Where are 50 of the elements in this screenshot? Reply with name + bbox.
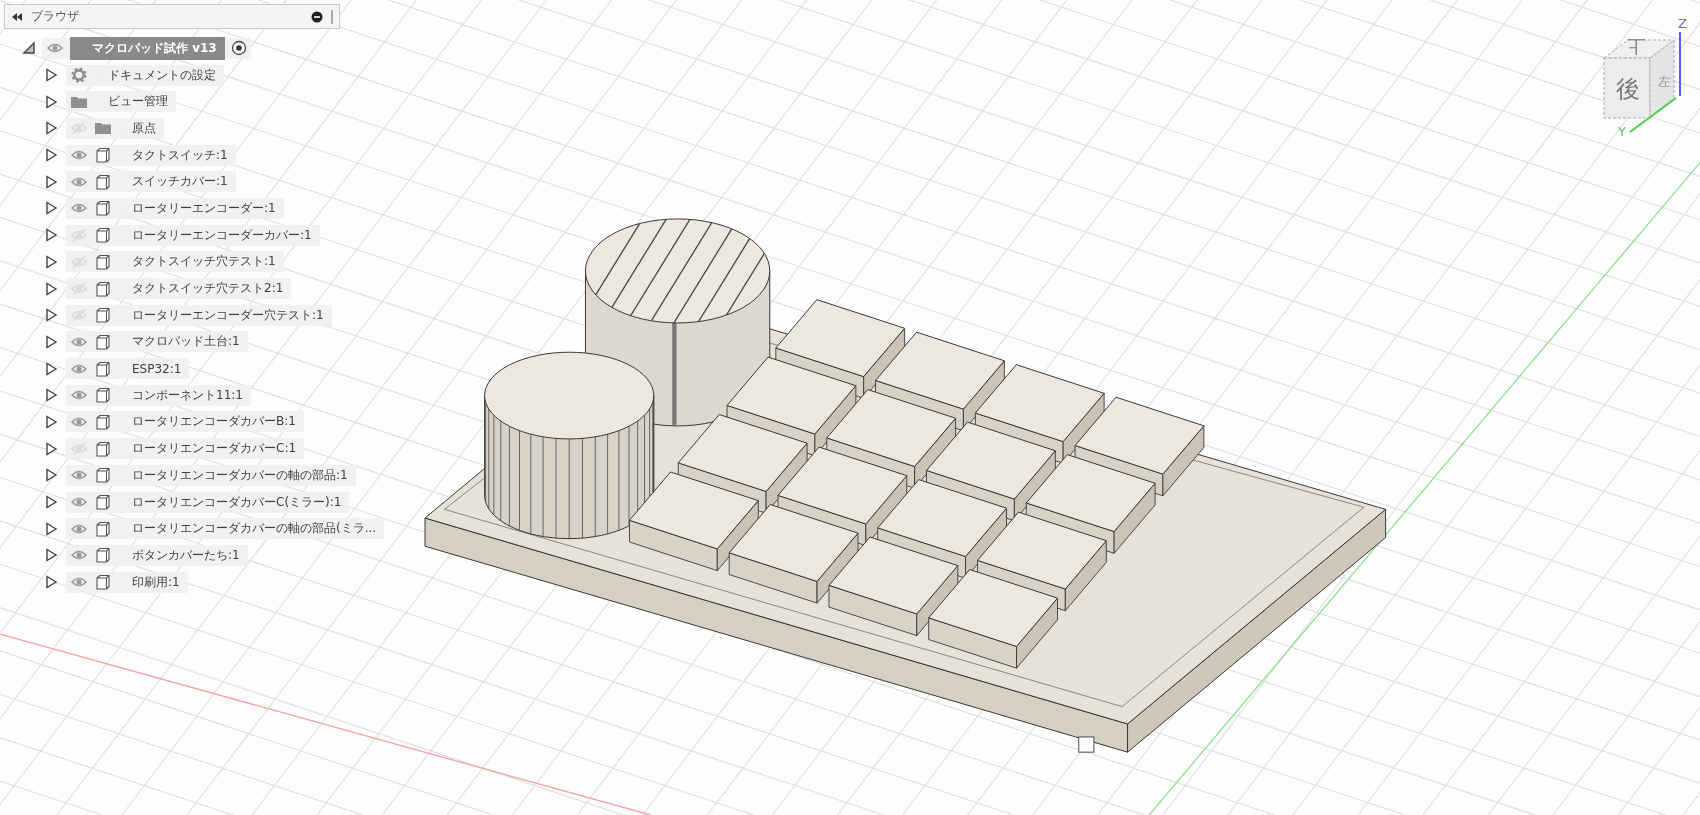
expander-arrow[interactable] (44, 94, 58, 109)
expander-arrow[interactable] (44, 254, 58, 269)
expander-arrow[interactable] (44, 228, 58, 243)
z-axis-line (1679, 31, 1681, 97)
cube-face-label[interactable]: 上 (1627, 36, 1645, 57)
component-icon (94, 147, 112, 164)
expander-arrow[interactable] (44, 414, 58, 429)
component-icon (94, 333, 112, 350)
component-icon (94, 387, 112, 404)
component-icon (94, 467, 112, 484)
component-icon (94, 173, 112, 190)
component-icon (94, 200, 112, 217)
expander-arrow[interactable] (44, 548, 58, 563)
component-icon (94, 547, 112, 564)
component-icon (94, 280, 112, 297)
component-icon (94, 494, 112, 511)
expander-arrow[interactable] (44, 121, 58, 136)
expander-arrow[interactable] (44, 441, 58, 456)
expander-arrow[interactable] (44, 468, 58, 483)
expander-arrow[interactable] (44, 575, 58, 590)
expander-arrow[interactable] (44, 68, 58, 83)
axis-label: Z (1678, 16, 1687, 31)
folder-icon (70, 94, 88, 109)
expander-arrow[interactable] (44, 308, 58, 323)
view-cube-icon[interactable] (1603, 39, 1675, 119)
component-icon (94, 413, 112, 430)
expander-arrow[interactable] (44, 388, 58, 403)
component-icon (94, 440, 112, 457)
expander-arrow[interactable] (44, 495, 58, 510)
gear-icon (70, 66, 88, 85)
collapse-icon[interactable] (11, 11, 23, 22)
component-icon (94, 307, 112, 324)
expander-arrow[interactable] (44, 361, 58, 376)
expander-arrow[interactable] (44, 281, 58, 296)
expander-arrow[interactable] (22, 41, 36, 56)
activate-target-icon[interactable] (230, 40, 247, 57)
panel-title: ブラウザ (31, 8, 80, 25)
expander-arrow[interactable] (44, 521, 58, 536)
expander-arrow[interactable] (44, 174, 58, 189)
expander-arrow[interactable] (44, 201, 58, 216)
component-icon (94, 227, 112, 244)
expander-arrow[interactable] (44, 148, 58, 163)
folder-icon (94, 121, 112, 136)
expander-arrow[interactable] (44, 334, 58, 349)
component-icon (94, 253, 112, 270)
component-icon (94, 520, 112, 537)
axis-label: Y (1618, 124, 1626, 139)
minus-circle-icon[interactable] (311, 10, 323, 23)
component-icon (94, 360, 112, 377)
component-icon (94, 574, 112, 591)
